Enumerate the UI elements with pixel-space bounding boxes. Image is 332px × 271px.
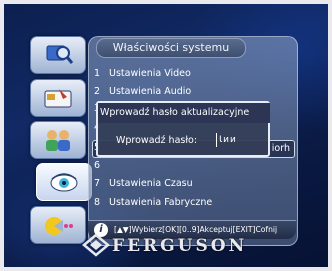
menu-item-label: Ustawienia Fabryczne: [109, 197, 213, 208]
password-label: Wprowadź hasło:: [116, 135, 198, 146]
menu-item-time[interactable]: 7 Ustawienia Czasu: [94, 176, 193, 192]
eye-icon[interactable]: [36, 163, 92, 201]
page-title: Właściwości systemu: [96, 38, 246, 58]
menu-item-label: Ustawienia Video: [109, 68, 191, 79]
menu-item-number: 1: [94, 68, 101, 79]
menu-item-value: iorh: [271, 143, 290, 154]
menu-item-number: 2: [94, 86, 101, 97]
card-icon[interactable]: [30, 79, 86, 117]
menu-item-factory[interactable]: 8 Ustawienia Fabryczne: [94, 195, 212, 211]
menu-item-audio[interactable]: 2 Ustawienia Audio: [94, 84, 191, 100]
logo-icon: [82, 233, 110, 257]
menu-item-number: 7: [94, 178, 101, 189]
game-icon[interactable]: [30, 206, 86, 244]
menu-item-number: 8: [94, 197, 101, 208]
logo-text: FERGUSON: [112, 236, 248, 256]
menu-item-label: Ustawienia Czasu: [109, 178, 193, 189]
menu-item-number: 6: [94, 160, 101, 171]
menu-item-label: Ustawienia Audio: [109, 86, 192, 97]
menu-item-video[interactable]: 1 Ustawienia Video: [94, 66, 191, 82]
password-dialog: Wprowadź hasło aktualizacyjne Wprowadź h…: [96, 101, 270, 157]
dialog-title: Wprowadź hasło aktualizacyjne: [98, 103, 270, 123]
search-tv-icon[interactable]: [30, 36, 86, 74]
people-icon[interactable]: [30, 121, 86, 159]
password-field[interactable]: Ꙇᴎᴎ: [216, 133, 241, 147]
menu-item-6[interactable]: 6: [94, 158, 109, 174]
ferguson-logo: FERGUSON: [82, 233, 262, 259]
